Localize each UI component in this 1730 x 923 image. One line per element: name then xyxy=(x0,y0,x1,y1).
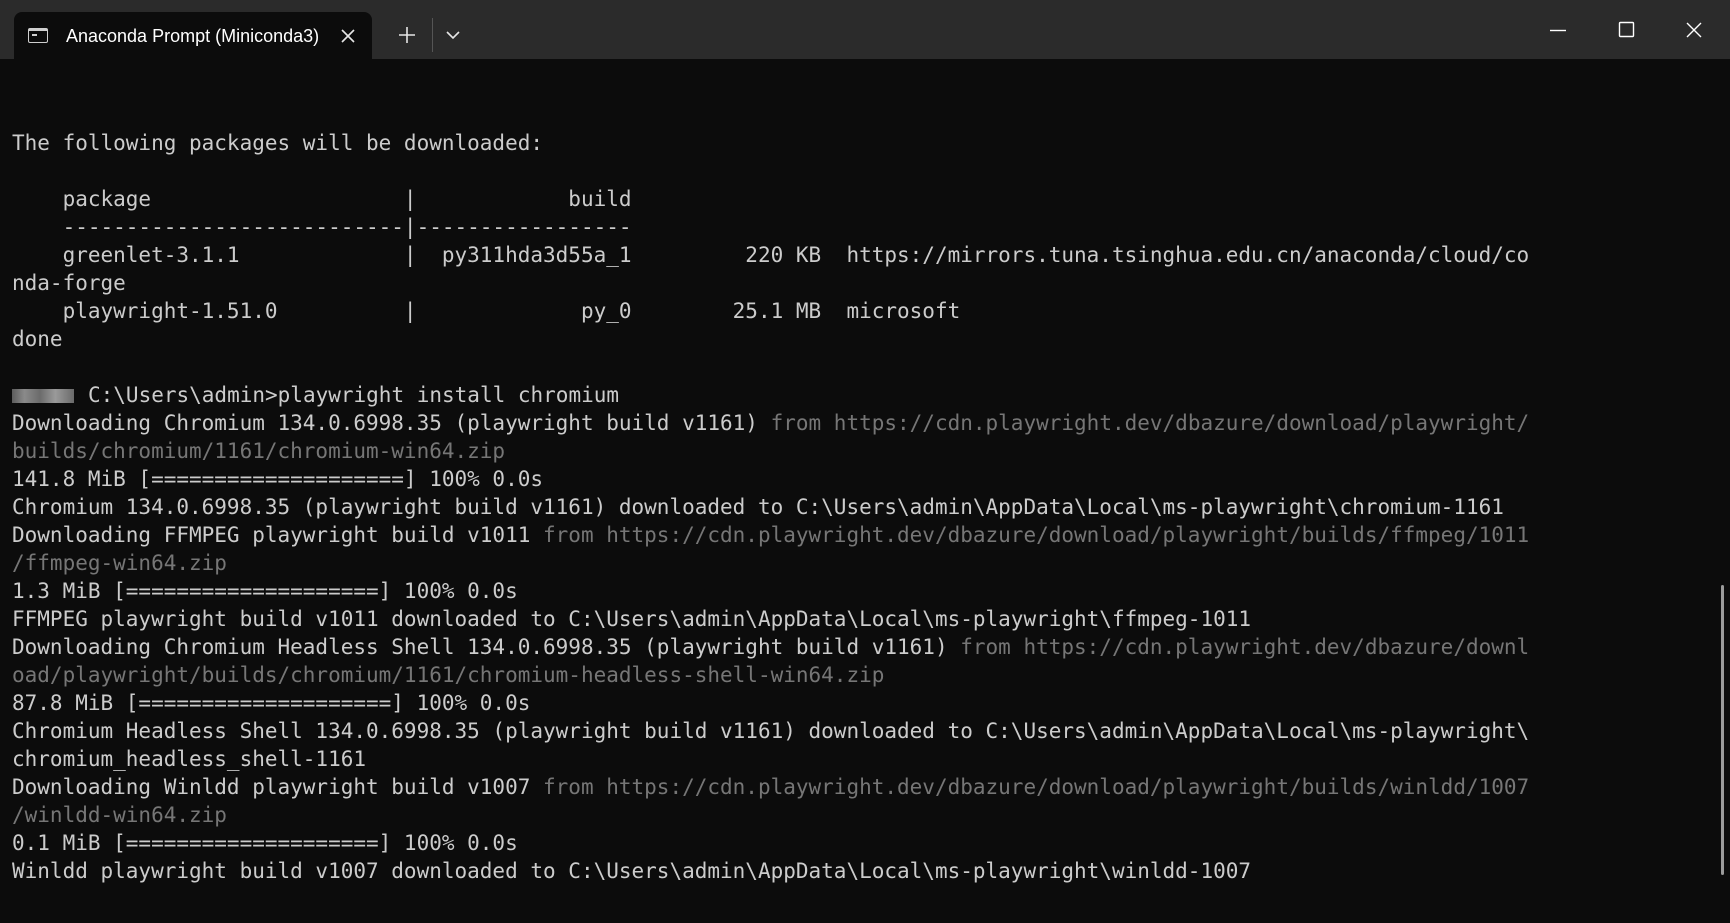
minimize-icon[interactable] xyxy=(1536,12,1580,48)
output-line: playwright-1.51.0 | py_0 25.1 MB microso… xyxy=(12,297,1702,325)
line-text: Chromium 134.0.6998.35 (playwright build… xyxy=(12,495,1504,519)
line-url: from https://cdn.playwright.dev/dbazure/… xyxy=(770,411,1530,435)
tab-title: Anaconda Prompt (Miniconda3) xyxy=(66,26,320,46)
tab-anaconda-prompt[interactable]: Anaconda Prompt (Miniconda3) xyxy=(14,12,372,59)
line-text: Downloading FFMPEG playwright build v101… xyxy=(12,523,544,547)
line-url: from https://cdn.playwright.dev/dbazure/… xyxy=(543,775,1530,799)
line-text: 141.8 MiB [====================] 100% 0.… xyxy=(12,467,544,491)
line-url: /winldd-win64.zip xyxy=(12,803,227,827)
output-line: package | build xyxy=(12,185,1702,213)
output-line: greenlet-3.1.1 | py311hda3d55a_1 220 KB … xyxy=(12,241,1702,269)
output-line: /winldd-win64.zip xyxy=(12,801,1702,829)
line-text: Winldd playwright build v1007 downloaded… xyxy=(12,859,1252,883)
output-line: 0.1 MiB [====================] 100% 0.0s xyxy=(12,829,1702,857)
output-line: /ffmpeg-win64.zip xyxy=(12,549,1702,577)
output-line: ---------------------------|------------… xyxy=(12,213,1702,241)
output-line: Chromium 134.0.6998.35 (playwright build… xyxy=(12,493,1702,521)
output-line: 87.8 MiB [====================] 100% 0.0… xyxy=(12,689,1702,717)
line-text: Downloading Winldd playwright build v100… xyxy=(12,775,544,799)
output-line: FFMPEG playwright build v1011 downloaded… xyxy=(12,605,1702,633)
output-line: Downloading Chromium Headless Shell 134.… xyxy=(12,633,1702,661)
line-url: builds/chromium/1161/chromium-win64.zip xyxy=(12,439,506,463)
line-text: Downloading Chromium 134.0.6998.35 (play… xyxy=(12,411,771,435)
output-line: 1.3 MiB [====================] 100% 0.0s xyxy=(12,577,1702,605)
output-line: 141.8 MiB [====================] 100% 0.… xyxy=(12,465,1702,493)
scrollbar-thumb[interactable] xyxy=(1721,585,1724,875)
tab-divider xyxy=(432,18,433,52)
command-text: playwright install chromium xyxy=(277,383,620,407)
output-line: Chromium Headless Shell 134.0.6998.35 (p… xyxy=(12,717,1702,745)
output-line: Downloading Winldd playwright build v100… xyxy=(12,773,1702,801)
terminal-window: Anaconda Prompt (Miniconda3) The followi… xyxy=(0,0,1730,923)
line-text: ---------------------------|------------… xyxy=(12,215,632,239)
line-text: Chromium Headless Shell 134.0.6998.35 (p… xyxy=(12,719,1530,743)
line-url: oad/playwright/builds/chromium/1161/chro… xyxy=(12,663,885,687)
prompt-line: C:\Users\admin>playwright install chromi… xyxy=(12,381,1702,409)
output-line: oad/playwright/builds/chromium/1161/chro… xyxy=(12,661,1702,689)
line-url: /ffmpeg-win64.zip xyxy=(12,551,227,575)
line-url: from https://cdn.playwright.dev/dbazure/… xyxy=(960,635,1530,659)
line-text: nda-forge xyxy=(12,271,126,295)
line-text: 1.3 MiB [====================] 100% 0.0s xyxy=(12,579,518,603)
line-text: Downloading Chromium Headless Shell 134.… xyxy=(12,635,961,659)
line-text: greenlet-3.1.1 | py311hda3d55a_1 220 KB … xyxy=(12,243,1530,267)
output-line: chromium_headless_shell-1161 xyxy=(12,745,1702,773)
line-url: from https://cdn.playwright.dev/dbazure/… xyxy=(543,523,1530,547)
redacted-env-name xyxy=(12,389,74,403)
scrollbar[interactable] xyxy=(1716,59,1730,923)
output-line: Winldd playwright build v1007 downloaded… xyxy=(12,857,1702,885)
line-text: FFMPEG playwright build v1011 downloaded… xyxy=(12,607,1252,631)
plus-icon[interactable] xyxy=(392,20,422,50)
terminal-lines: The following packages will be downloade… xyxy=(12,129,1702,885)
prompt-path: C:\Users\admin> xyxy=(88,383,278,407)
close-icon[interactable] xyxy=(1672,12,1716,48)
line-text: package | build xyxy=(12,187,632,211)
line-text: chromium_headless_shell-1161 xyxy=(12,747,367,771)
line-text: 0.1 MiB [====================] 100% 0.0s xyxy=(12,831,518,855)
output-line: Downloading FFMPEG playwright build v101… xyxy=(12,521,1702,549)
maximize-icon[interactable] xyxy=(1604,12,1648,48)
line-text: done xyxy=(12,327,63,351)
title-bar: Anaconda Prompt (Miniconda3) xyxy=(0,0,1730,59)
output-line: done xyxy=(12,325,1702,353)
terminal-output[interactable]: The following packages will be downloade… xyxy=(12,59,1702,923)
output-line: builds/chromium/1161/chromium-win64.zip xyxy=(12,437,1702,465)
line-text: playwright-1.51.0 | py_0 25.1 MB microso… xyxy=(12,299,961,323)
chevron-down-icon[interactable] xyxy=(438,20,468,50)
output-line: Downloading Chromium 134.0.6998.35 (play… xyxy=(12,409,1702,437)
line-text: The following packages will be downloade… xyxy=(12,131,544,155)
close-icon[interactable] xyxy=(336,24,360,48)
output-line: The following packages will be downloade… xyxy=(12,129,1702,157)
line-text: 87.8 MiB [====================] 100% 0.0… xyxy=(12,691,531,715)
output-line: nda-forge xyxy=(12,269,1702,297)
terminal-icon xyxy=(28,28,48,43)
